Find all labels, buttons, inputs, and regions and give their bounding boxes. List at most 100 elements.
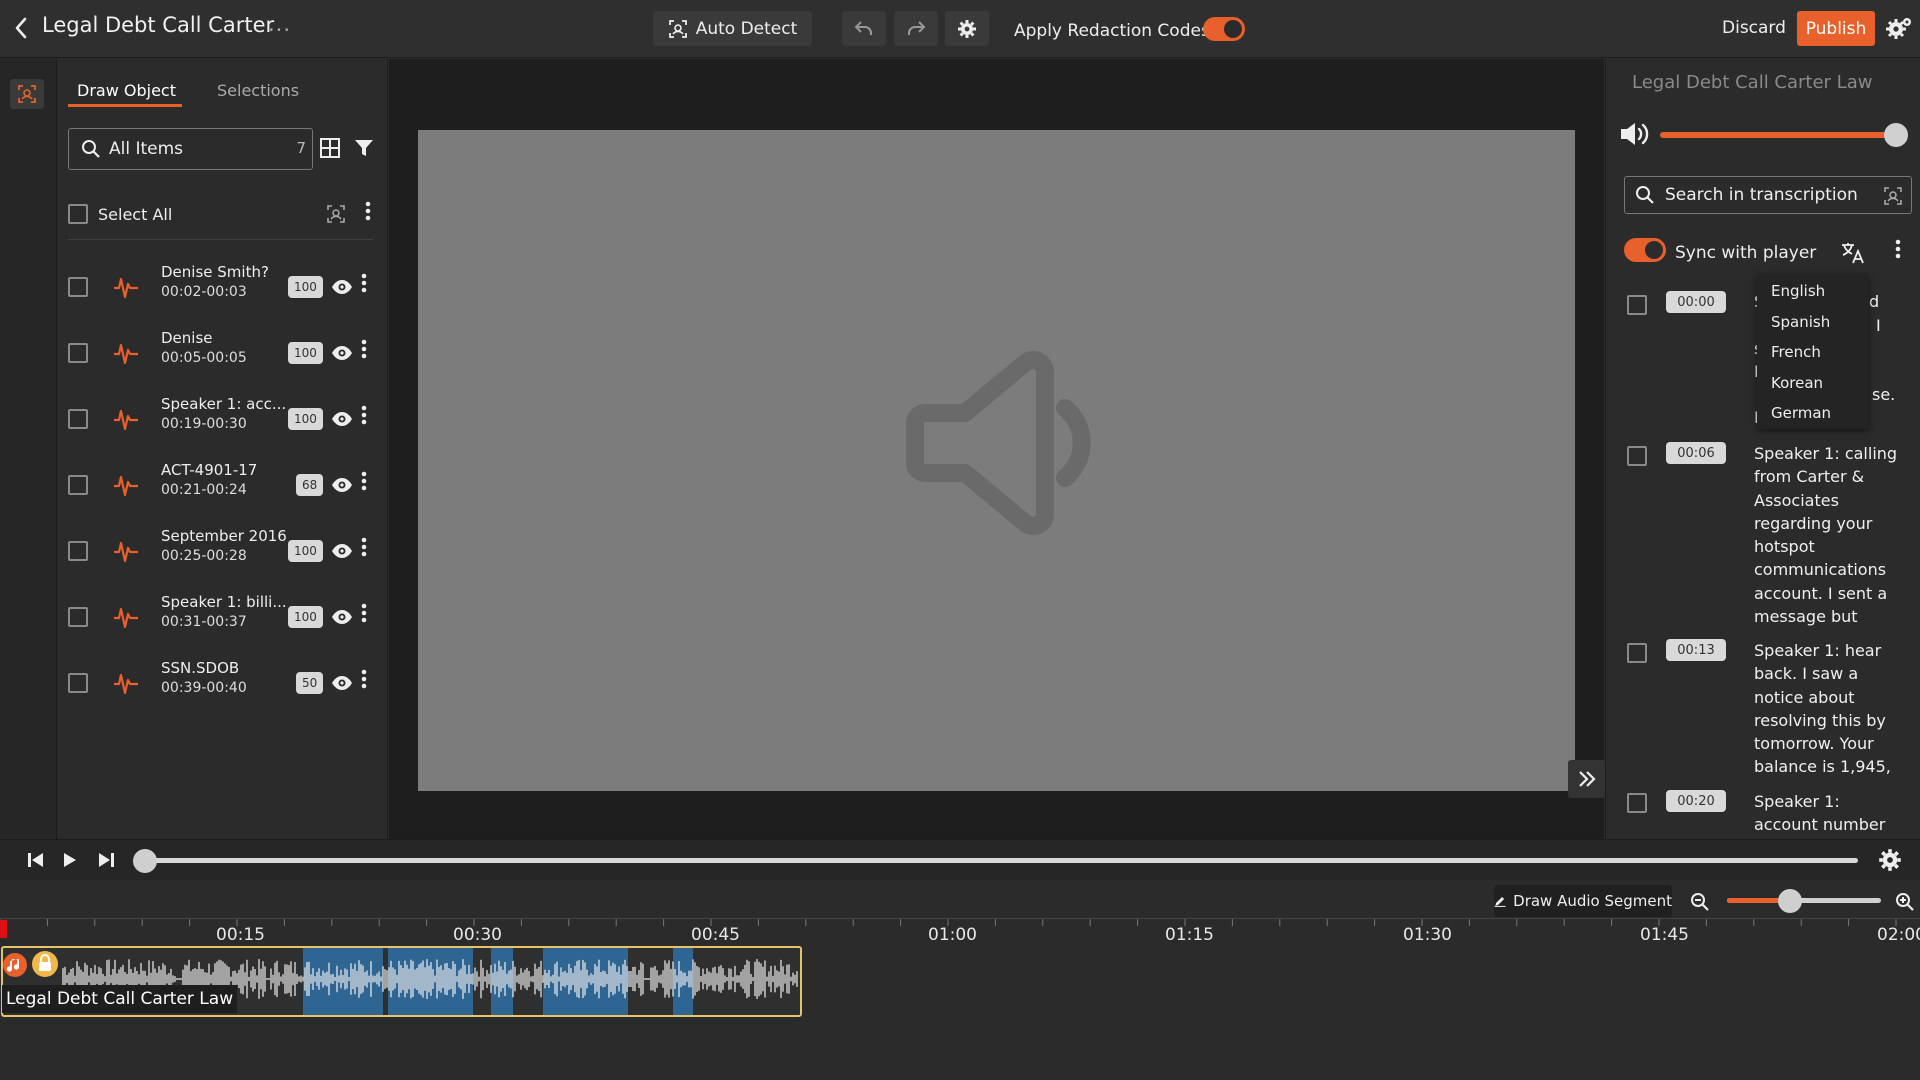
item-checkbox[interactable] xyxy=(68,409,88,429)
kebab-menu-icon[interactable] xyxy=(360,536,368,558)
tab-draw-object[interactable]: Draw Object xyxy=(77,81,176,100)
list-item[interactable]: September 2016 00:25-00:28 100 xyxy=(58,520,388,586)
item-time: 00:25-00:28 xyxy=(161,548,247,564)
tab-selections[interactable]: Selections xyxy=(217,81,299,100)
eye-icon[interactable] xyxy=(331,278,353,296)
item-checkbox[interactable] xyxy=(68,673,88,693)
transcription-title: Legal Debt Call Carter Law xyxy=(1632,72,1873,93)
play-icon[interactable] xyxy=(61,851,79,869)
kebab-menu-icon[interactable] xyxy=(360,602,368,624)
select-all-label: Select All xyxy=(98,205,173,224)
undo-icon xyxy=(854,20,872,35)
segment-timestamp[interactable]: 00:13 xyxy=(1666,639,1726,661)
discard-button[interactable]: Discard xyxy=(1722,18,1786,38)
segment-text-fragment: d xyxy=(1869,292,1880,311)
kebab-menu-icon[interactable] xyxy=(364,200,372,222)
language-option[interactable]: Spanish xyxy=(1757,313,1869,344)
item-checkbox[interactable] xyxy=(68,541,88,561)
transcription-search-input[interactable]: Search in transcription xyxy=(1624,176,1912,214)
gear-icon xyxy=(958,19,976,38)
eye-icon[interactable] xyxy=(331,608,353,626)
item-time: 00:21-00:24 xyxy=(161,482,247,498)
audio-wave-icon xyxy=(114,541,138,562)
kebab-menu-icon[interactable] xyxy=(360,272,368,294)
back-chevron-icon[interactable] xyxy=(13,16,29,40)
face-scan-icon[interactable] xyxy=(326,204,346,224)
volume-icon[interactable] xyxy=(1619,121,1653,147)
eye-icon[interactable] xyxy=(331,476,353,494)
list-item[interactable]: Denise Smith? 00:02-00:03 100 xyxy=(58,256,388,322)
skip-forward-icon[interactable] xyxy=(96,851,116,869)
publish-button[interactable]: Publish xyxy=(1797,11,1875,46)
volume-slider-track[interactable] xyxy=(1660,132,1900,138)
kebab-menu-icon[interactable] xyxy=(360,470,368,492)
list-item[interactable]: Speaker 1: billi... 00:31-00:37 100 xyxy=(58,586,388,652)
audio-wave-icon xyxy=(114,343,138,364)
segment-checkbox[interactable] xyxy=(1627,643,1647,663)
title-more-dots[interactable]: ... xyxy=(268,12,291,36)
segment-checkbox[interactable] xyxy=(1627,295,1647,315)
redaction-band xyxy=(491,948,513,1015)
apply-redaction-toggle[interactable] xyxy=(1203,17,1245,41)
tick-label: 02:00 xyxy=(1877,925,1920,945)
seek-bar[interactable] xyxy=(138,858,1858,863)
item-time: 00:39-00:40 xyxy=(161,680,247,696)
language-option[interactable]: French xyxy=(1757,343,1869,374)
eye-icon[interactable] xyxy=(331,542,353,560)
expand-panel-button[interactable] xyxy=(1568,760,1606,798)
list-item[interactable]: Denise 00:05-00:05 100 xyxy=(58,322,388,388)
language-option[interactable]: English xyxy=(1757,282,1869,313)
eye-icon[interactable] xyxy=(331,344,353,362)
kebab-menu-icon[interactable] xyxy=(360,668,368,690)
language-option[interactable]: German xyxy=(1757,404,1869,435)
volume-slider-handle[interactable] xyxy=(1884,123,1908,147)
seek-handle[interactable] xyxy=(133,849,157,873)
audio-wave-icon xyxy=(114,607,138,628)
zoom-slider-handle[interactable] xyxy=(1778,889,1802,913)
playhead-marker[interactable] xyxy=(0,920,7,938)
item-checkbox[interactable] xyxy=(68,607,88,627)
eye-icon[interactable] xyxy=(331,410,353,428)
filter-icon[interactable] xyxy=(354,138,374,158)
translate-icon[interactable] xyxy=(1840,241,1866,265)
face-scan-rail-button[interactable] xyxy=(10,79,44,109)
draw-audio-segment-button[interactable]: Draw Audio Segment xyxy=(1494,885,1672,917)
list-item[interactable]: Speaker 1: acc... 00:19-00:30 100 xyxy=(58,388,388,454)
list-item[interactable]: ACT-4901-17 00:21-00:24 68 xyxy=(58,454,388,520)
segment-timestamp[interactable]: 00:06 xyxy=(1666,442,1726,464)
confidence-badge: 100 xyxy=(288,540,323,562)
segment-checkbox[interactable] xyxy=(1627,446,1647,466)
settings-button[interactable] xyxy=(945,11,989,46)
redo-button[interactable] xyxy=(894,11,938,46)
settings-gear-icon[interactable] xyxy=(1885,16,1913,42)
segment-text: Speaker 1: account number xyxy=(1754,792,1886,835)
segment-checkbox[interactable] xyxy=(1627,793,1647,813)
eye-icon[interactable] xyxy=(331,674,353,692)
auto-detect-button[interactable]: Auto Detect xyxy=(653,11,812,46)
skip-back-icon[interactable] xyxy=(26,851,46,869)
kebab-menu-icon[interactable] xyxy=(360,404,368,426)
segment-timestamp[interactable]: 00:20 xyxy=(1666,790,1726,812)
list-item[interactable]: SSN.SDOB 00:39-00:40 50 xyxy=(58,652,388,718)
kebab-menu-icon[interactable] xyxy=(1894,238,1902,260)
undo-button[interactable] xyxy=(842,11,886,46)
item-checkbox[interactable] xyxy=(68,277,88,297)
segment-timestamp[interactable]: 00:00 xyxy=(1666,291,1726,313)
document-title: Legal Debt Call Carter xyxy=(42,13,275,37)
face-scan-icon[interactable] xyxy=(1883,186,1903,206)
items-search-value: All Items xyxy=(109,139,184,159)
language-option[interactable]: Korean xyxy=(1757,374,1869,405)
select-all-checkbox[interactable] xyxy=(68,204,88,224)
confidence-badge: 100 xyxy=(288,408,323,430)
kebab-menu-icon[interactable] xyxy=(360,338,368,360)
tick-label: 01:15 xyxy=(1165,925,1214,945)
confidence-badge: 100 xyxy=(288,606,323,628)
sync-with-player-toggle[interactable] xyxy=(1624,238,1666,262)
gear-icon[interactable] xyxy=(1878,848,1902,872)
item-checkbox[interactable] xyxy=(68,475,88,495)
item-checkbox[interactable] xyxy=(68,343,88,363)
zoom-out-icon[interactable] xyxy=(1690,892,1710,912)
zoom-in-icon[interactable] xyxy=(1895,892,1915,912)
items-search-input[interactable]: All Items 7 xyxy=(68,128,313,170)
grid-icon[interactable] xyxy=(320,138,340,158)
